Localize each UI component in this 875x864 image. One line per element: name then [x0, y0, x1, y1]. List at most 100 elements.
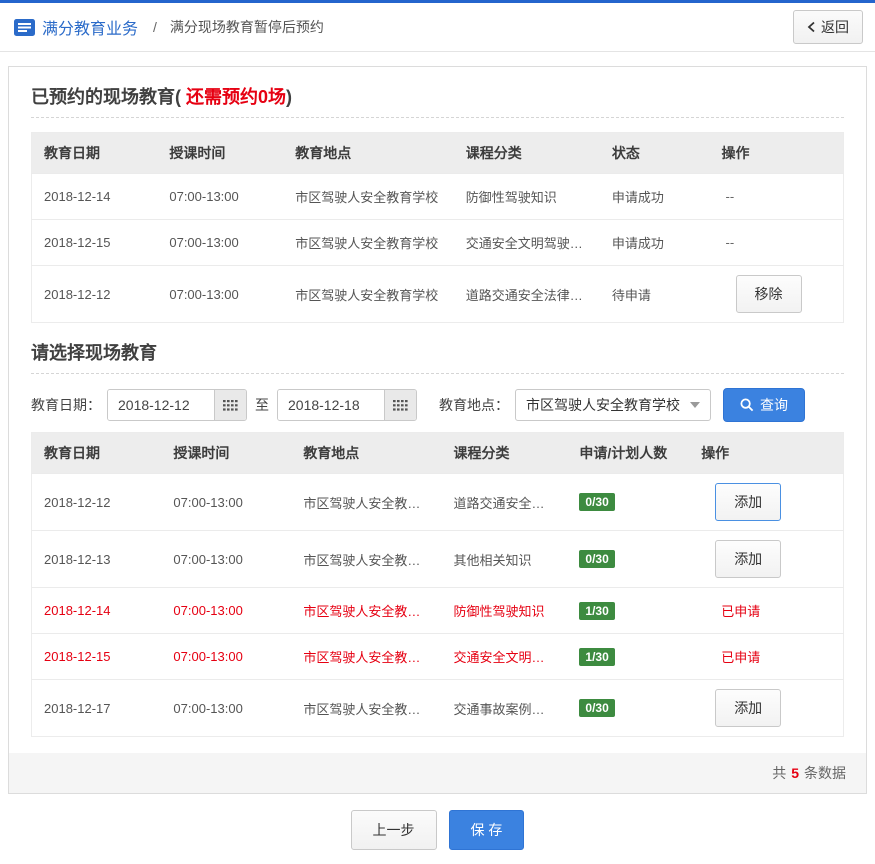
cell-time: 07:00-13:00	[161, 680, 291, 737]
cell-course: 交通安全文明驾驶常识	[454, 220, 600, 266]
chevron-down-icon	[690, 402, 700, 408]
select-section-title: 请选择现场教育	[31, 341, 844, 365]
capacity-badge: 1/30	[579, 602, 614, 620]
col-header-action: 操作	[710, 133, 844, 174]
location-select-value: 市区驾驶人安全教育学校	[526, 395, 690, 415]
capacity-badge: 0/30	[579, 550, 614, 568]
search-icon	[740, 398, 754, 412]
col-header-capacity: 申请/计划人数	[567, 433, 689, 474]
cell-date: 2018-12-15	[32, 220, 158, 266]
cell-status: 待申请	[600, 266, 710, 323]
calendar-grid-icon	[393, 400, 408, 411]
cell-location: 市区驾驶人安全教育...	[291, 634, 441, 680]
booked-table-header-row: 教育日期 授课时间 教育地点 课程分类 状态 操作	[32, 133, 844, 174]
col-header-date: 教育日期	[32, 133, 158, 174]
cell-date: 2018-12-14	[32, 174, 158, 220]
cell-course: 道路交通安全法律法规	[454, 266, 600, 323]
cell-location: 市区驾驶人安全教育...	[291, 531, 441, 588]
table-row: 2018-12-15 07:00-13:00 市区驾驶人安全教育学校 交通安全文…	[32, 220, 844, 266]
cell-location: 市区驾驶人安全教育...	[291, 474, 441, 531]
calendar-grid-icon	[223, 400, 238, 411]
total-prefix: 共	[772, 763, 786, 783]
divider	[31, 373, 844, 374]
cell-location: 市区驾驶人安全教育学校	[283, 220, 454, 266]
cell-course: 防御性驾驶知识	[442, 588, 568, 634]
cell-location: 市区驾驶人安全教育...	[291, 680, 441, 737]
cell-time: 07:00-13:00	[161, 474, 291, 531]
booked-title-highlight: 还需预约0场	[181, 87, 286, 107]
applied-status-label: 已申请	[721, 650, 760, 665]
back-button[interactable]: 返回	[793, 10, 863, 44]
table-row: 2018-12-17 07:00-13:00 市区驾驶人安全教育... 交通事故…	[32, 680, 844, 737]
col-header-time: 授课时间	[161, 433, 291, 474]
cell-action-none: --	[726, 235, 735, 250]
capacity-badge: 0/30	[579, 493, 614, 511]
col-header-course: 课程分类	[454, 133, 600, 174]
applied-status-label: 已申请	[721, 604, 760, 619]
date-to-input[interactable]	[278, 390, 384, 420]
breadcrumb-separator: /	[153, 19, 157, 35]
cell-date: 2018-12-13	[32, 531, 162, 588]
cell-course: 其他相关知识	[442, 531, 568, 588]
schedule-table: 教育日期 授课时间 教育地点 课程分类 申请/计划人数 操作 2018-12-1…	[31, 432, 844, 737]
col-header-action: 操作	[689, 433, 843, 474]
remove-button[interactable]: 移除	[736, 275, 802, 313]
table-row: 2018-12-12 07:00-13:00 市区驾驶人安全教育学校 道路交通安…	[32, 266, 844, 323]
date-from-input[interactable]	[108, 390, 214, 420]
search-button[interactable]: 查询	[723, 388, 805, 422]
date-to-field	[277, 389, 417, 421]
col-header-date: 教育日期	[32, 433, 162, 474]
bottom-actions: 上一步 保 存	[0, 794, 875, 864]
cell-time: 07:00-13:00	[157, 266, 283, 323]
search-button-label: 查询	[760, 395, 788, 415]
col-header-location: 教育地点	[283, 133, 454, 174]
cell-date: 2018-12-15	[32, 634, 162, 680]
table-footer: 共 5 条数据	[9, 753, 866, 793]
location-select[interactable]: 市区驾驶人安全教育学校	[515, 389, 711, 421]
table-row: 2018-12-14 07:00-13:00 市区驾驶人安全教育学校 防御性驾驶…	[32, 174, 844, 220]
cell-status: 申请成功	[600, 220, 710, 266]
previous-step-button[interactable]: 上一步	[351, 810, 437, 850]
top-bar: 满分教育业务 / 满分现场教育暂停后预约 返回	[0, 0, 875, 52]
cell-course: 道路交通安全法律法规	[442, 474, 568, 531]
booked-table: 教育日期 授课时间 教育地点 课程分类 状态 操作 2018-12-14 07:…	[31, 132, 844, 323]
save-button[interactable]: 保 存	[449, 810, 525, 850]
cell-date: 2018-12-12	[32, 266, 158, 323]
select-section: 请选择现场教育 教育日期： 至	[31, 341, 844, 737]
calendar-picker-button[interactable]	[214, 390, 246, 420]
breadcrumb: 满分教育业务 / 满分现场教育暂停后预约	[14, 15, 324, 39]
total-suffix: 条数据	[804, 763, 846, 783]
total-count: 5	[791, 765, 799, 781]
add-button[interactable]: 添加	[715, 689, 781, 727]
cell-location: 市区驾驶人安全教育学校	[283, 174, 454, 220]
date-filter-label: 教育日期：	[31, 395, 101, 415]
chevron-left-icon	[807, 21, 816, 33]
table-row: 2018-12-13 07:00-13:00 市区驾驶人安全教育... 其他相关…	[32, 531, 844, 588]
booked-section: 已预约的现场教育( 还需预约0场) 教育日期 授课时间 教育地点 课程分类 状态…	[31, 85, 844, 323]
back-button-label: 返回	[821, 17, 849, 37]
add-button[interactable]: 添加	[715, 540, 781, 578]
add-button[interactable]: 添加	[715, 483, 781, 521]
table-row-applied: 2018-12-15 07:00-13:00 市区驾驶人安全教育... 交通安全…	[32, 634, 844, 680]
main-panel: 已预约的现场教育( 还需预约0场) 教育日期 授课时间 教育地点 课程分类 状态…	[8, 66, 867, 794]
cell-location: 市区驾驶人安全教育...	[291, 588, 441, 634]
app-title[interactable]: 满分教育业务	[42, 15, 138, 39]
capacity-badge: 1/30	[579, 648, 614, 666]
calendar-picker-button[interactable]	[384, 390, 416, 420]
cell-status: 申请成功	[600, 174, 710, 220]
page-title: 满分现场教育暂停后预约	[170, 17, 324, 37]
table-row: 2018-12-12 07:00-13:00 市区驾驶人安全教育... 道路交通…	[32, 474, 844, 531]
table-row-applied: 2018-12-14 07:00-13:00 市区驾驶人安全教育... 防御性驾…	[32, 588, 844, 634]
cell-action-none: --	[726, 189, 735, 204]
capacity-badge: 0/30	[579, 699, 614, 717]
col-header-time: 授课时间	[157, 133, 283, 174]
cell-time: 07:00-13:00	[161, 588, 291, 634]
filter-bar: 教育日期： 至	[31, 388, 844, 422]
cell-course: 交通事故案例警示教育	[442, 680, 568, 737]
cell-time: 07:00-13:00	[157, 174, 283, 220]
cell-course: 交通安全文明驾驶常识	[442, 634, 568, 680]
cell-location: 市区驾驶人安全教育学校	[283, 266, 454, 323]
cell-time: 07:00-13:00	[161, 634, 291, 680]
col-header-status: 状态	[600, 133, 710, 174]
cell-time: 07:00-13:00	[161, 531, 291, 588]
